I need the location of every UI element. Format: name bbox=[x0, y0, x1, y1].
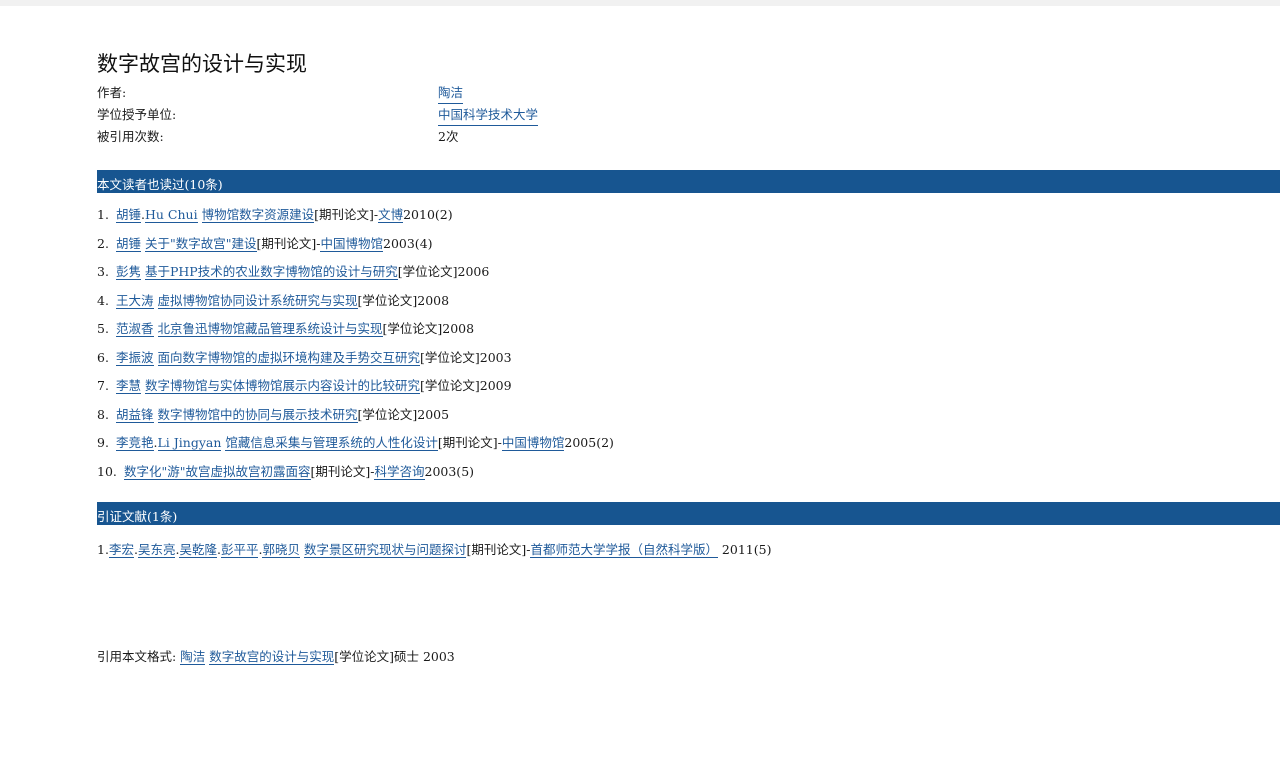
article-title-link[interactable]: 面向数字博物馆的虚拟环境构建及手势交互研究 bbox=[157, 349, 421, 366]
article-type: [学位论文]2003 bbox=[420, 349, 512, 365]
cited-list: 1.李宏.吴东亮.吴乾隆.彭平平.郭晓贝 数字景区研究现状与问题探讨[期刊论文]… bbox=[97, 539, 1280, 561]
item-number: 6. bbox=[97, 349, 109, 365]
citation-format-label: 引用本文格式: bbox=[97, 649, 177, 664]
article-type: [学位论文]2009 bbox=[420, 378, 512, 393]
issue-info: 2010(2) bbox=[403, 207, 453, 222]
item-number: 2. bbox=[97, 235, 109, 251]
article-title-link[interactable]: 北京鲁迅博物馆藏品管理系统设计与实现 bbox=[157, 321, 383, 337]
article-type: [期刊论文]- bbox=[256, 235, 321, 251]
meta-row-institution: 学位授予单位: 中国科学技术大学 bbox=[97, 104, 1280, 126]
meta-row-author: 作者: 陶洁 bbox=[97, 82, 1280, 104]
article-type: [学位论文]2006 bbox=[397, 264, 490, 279]
item-number: 1. bbox=[97, 542, 109, 557]
article-type: [学位论文]2005 bbox=[357, 406, 450, 422]
article-type: [学位论文]2008 bbox=[357, 292, 450, 308]
meta-label: 作者: bbox=[97, 85, 127, 100]
author-link[interactable]: 胡锤 bbox=[116, 207, 142, 223]
author-link[interactable]: 王大涛 bbox=[116, 292, 154, 309]
author-link[interactable]: 李振波 bbox=[116, 349, 154, 366]
readers-list: 1. 胡锤.Hu Chui 博物馆数字资源建设[期刊论文]-文博2010(2) 2.… bbox=[97, 201, 1280, 486]
issue-info: 2011(5) bbox=[717, 542, 772, 557]
citation-title-link[interactable]: 数字故宫的设计与实现 bbox=[209, 649, 335, 665]
author-link[interactable]: 彭平平 bbox=[220, 542, 259, 558]
journal-link[interactable]: 首都师范大学学报（自然科学版） bbox=[530, 542, 718, 558]
article-type: [期刊论文]- bbox=[314, 207, 379, 222]
journal-link[interactable]: 中国博物馆 bbox=[320, 235, 383, 252]
item-number: 10. bbox=[97, 463, 117, 479]
issue-info: 2003(5) bbox=[424, 463, 475, 479]
page-title: 数字故宫的设计与实现 bbox=[97, 52, 307, 76]
list-item: 5. 范淑香 北京鲁迅博物馆藏品管理系统设计与实现[学位论文]2008 bbox=[97, 315, 1280, 344]
list-item: 6. 李振波 面向数字博物馆的虚拟环境构建及手势交互研究[学位论文]2003 bbox=[97, 344, 1280, 373]
author-link[interactable]: Hu Chui bbox=[145, 207, 198, 223]
list-item: 9. 李竞艳.Li Jingyan 馆藏信息采集与管理系统的人性化设计[期刊论文]… bbox=[97, 429, 1280, 458]
citation-format: 引用本文格式: 陶洁 数字故宫的设计与实现[学位论文]硕士 2003 bbox=[97, 646, 455, 665]
document-page: 数字故宫的设计与实现 作者: 陶洁 学位授予单位: 中国科学技术大学 被引用次数… bbox=[97, 50, 1280, 665]
item-number: 1. bbox=[97, 207, 109, 222]
author-link[interactable]: 陶洁 bbox=[438, 82, 464, 104]
list-item: 7. 李慧 数字博物馆与实体博物馆展示内容设计的比较研究[学位论文]2009 bbox=[97, 372, 1280, 401]
article-type: [期刊论文]- bbox=[437, 435, 502, 450]
item-number: 3. bbox=[97, 264, 109, 279]
list-item: 2. 胡锤 关于"数字故宫"建设[期刊论文]-中国博物馆2003(4) bbox=[97, 230, 1280, 259]
article-title-link[interactable]: 关于"数字故宫"建设 bbox=[145, 235, 257, 252]
article-title-link[interactable]: 数字化"游"故宫虚拟故宫初露面容 bbox=[124, 463, 311, 480]
cited-count-value: 2次 bbox=[438, 129, 459, 144]
item-number: 9. bbox=[97, 435, 109, 450]
article-title-link[interactable]: 数字博物馆中的协同与展示技术研究 bbox=[157, 406, 358, 423]
meta-label: 学位授予单位: bbox=[97, 107, 177, 122]
article-title-link[interactable]: 虚拟博物馆协同设计系统研究与实现 bbox=[157, 292, 358, 309]
author-link[interactable]: 李宏 bbox=[108, 542, 134, 558]
article-title-link[interactable]: 数字景区研究现状与问题探讨 bbox=[303, 542, 467, 558]
list-item: 4. 王大涛 虚拟博物馆协同设计系统研究与实现[学位论文]2008 bbox=[97, 287, 1280, 316]
author-link[interactable]: 李竞艳 bbox=[116, 435, 154, 451]
section-header-cited: 引证文献(1条) bbox=[97, 502, 1280, 525]
article-title-link[interactable]: 数字博物馆与实体博物馆展示内容设计的比较研究 bbox=[145, 378, 421, 394]
author-link[interactable]: 范淑香 bbox=[116, 321, 154, 337]
article-type: [期刊论文]- bbox=[310, 463, 375, 479]
institution-link[interactable]: 中国科学技术大学 bbox=[438, 104, 539, 126]
journal-link[interactable]: 文博 bbox=[378, 207, 404, 223]
list-item: 8. 胡益锋 数字博物馆中的协同与展示技术研究[学位论文]2005 bbox=[97, 401, 1280, 430]
author-link[interactable]: 李慧 bbox=[116, 378, 142, 394]
section-header-readers: 本文读者也读过(10条) bbox=[97, 170, 1280, 193]
item-number: 4. bbox=[97, 292, 109, 308]
article-title-link[interactable]: 基于PHP技术的农业数字博物馆的设计与研究 bbox=[145, 264, 398, 280]
list-item: 10. 数字化"游"故宫虚拟故宫初露面容[期刊论文]-科学咨询2003(5) bbox=[97, 458, 1280, 487]
article-type: [学位论文]2008 bbox=[382, 321, 475, 336]
list-item: 1. 胡锤.Hu Chui 博物馆数字资源建设[期刊论文]-文博2010(2) bbox=[97, 201, 1280, 230]
author-link[interactable]: Li Jingyan bbox=[157, 435, 222, 451]
list-item: 1.李宏.吴东亮.吴乾隆.彭平平.郭晓贝 数字景区研究现状与问题探讨[期刊论文]… bbox=[97, 542, 772, 558]
article-type: [期刊论文]- bbox=[466, 542, 531, 557]
author-link[interactable]: 胡锤 bbox=[116, 235, 142, 252]
journal-link[interactable]: 科学咨询 bbox=[374, 463, 425, 480]
author-link[interactable]: 郭晓贝 bbox=[262, 542, 300, 558]
journal-link[interactable]: 中国博物馆 bbox=[501, 435, 565, 451]
article-title-link[interactable]: 馆藏信息采集与管理系统的人性化设计 bbox=[225, 435, 438, 451]
metadata-block: 作者: 陶洁 学位授予单位: 中国科学技术大学 被引用次数: 2次 bbox=[97, 82, 1280, 147]
issue-info: 2005(2) bbox=[564, 435, 614, 450]
meta-row-cited-count: 被引用次数: 2次 bbox=[97, 126, 1280, 147]
author-link[interactable]: 吴东亮 bbox=[137, 542, 176, 558]
item-number: 8. bbox=[97, 406, 109, 422]
item-number: 5. bbox=[97, 321, 109, 336]
article-title-link[interactable]: 博物馆数字资源建设 bbox=[201, 207, 315, 223]
author-link[interactable]: 胡益锋 bbox=[116, 406, 154, 423]
author-link[interactable]: 吴乾隆 bbox=[179, 542, 217, 558]
author-link[interactable]: 彭隽 bbox=[116, 264, 142, 280]
issue-info: 2003(4) bbox=[383, 235, 433, 251]
citation-author-link[interactable]: 陶洁 bbox=[180, 649, 206, 665]
citation-tail: [学位论文]硕士 2003 bbox=[334, 649, 455, 664]
meta-label: 被引用次数: bbox=[97, 129, 164, 144]
item-number: 7. bbox=[97, 378, 109, 393]
top-strip bbox=[0, 0, 1280, 6]
list-item: 3. 彭隽 基于PHP技术的农业数字博物馆的设计与研究[学位论文]2006 bbox=[97, 258, 1280, 287]
